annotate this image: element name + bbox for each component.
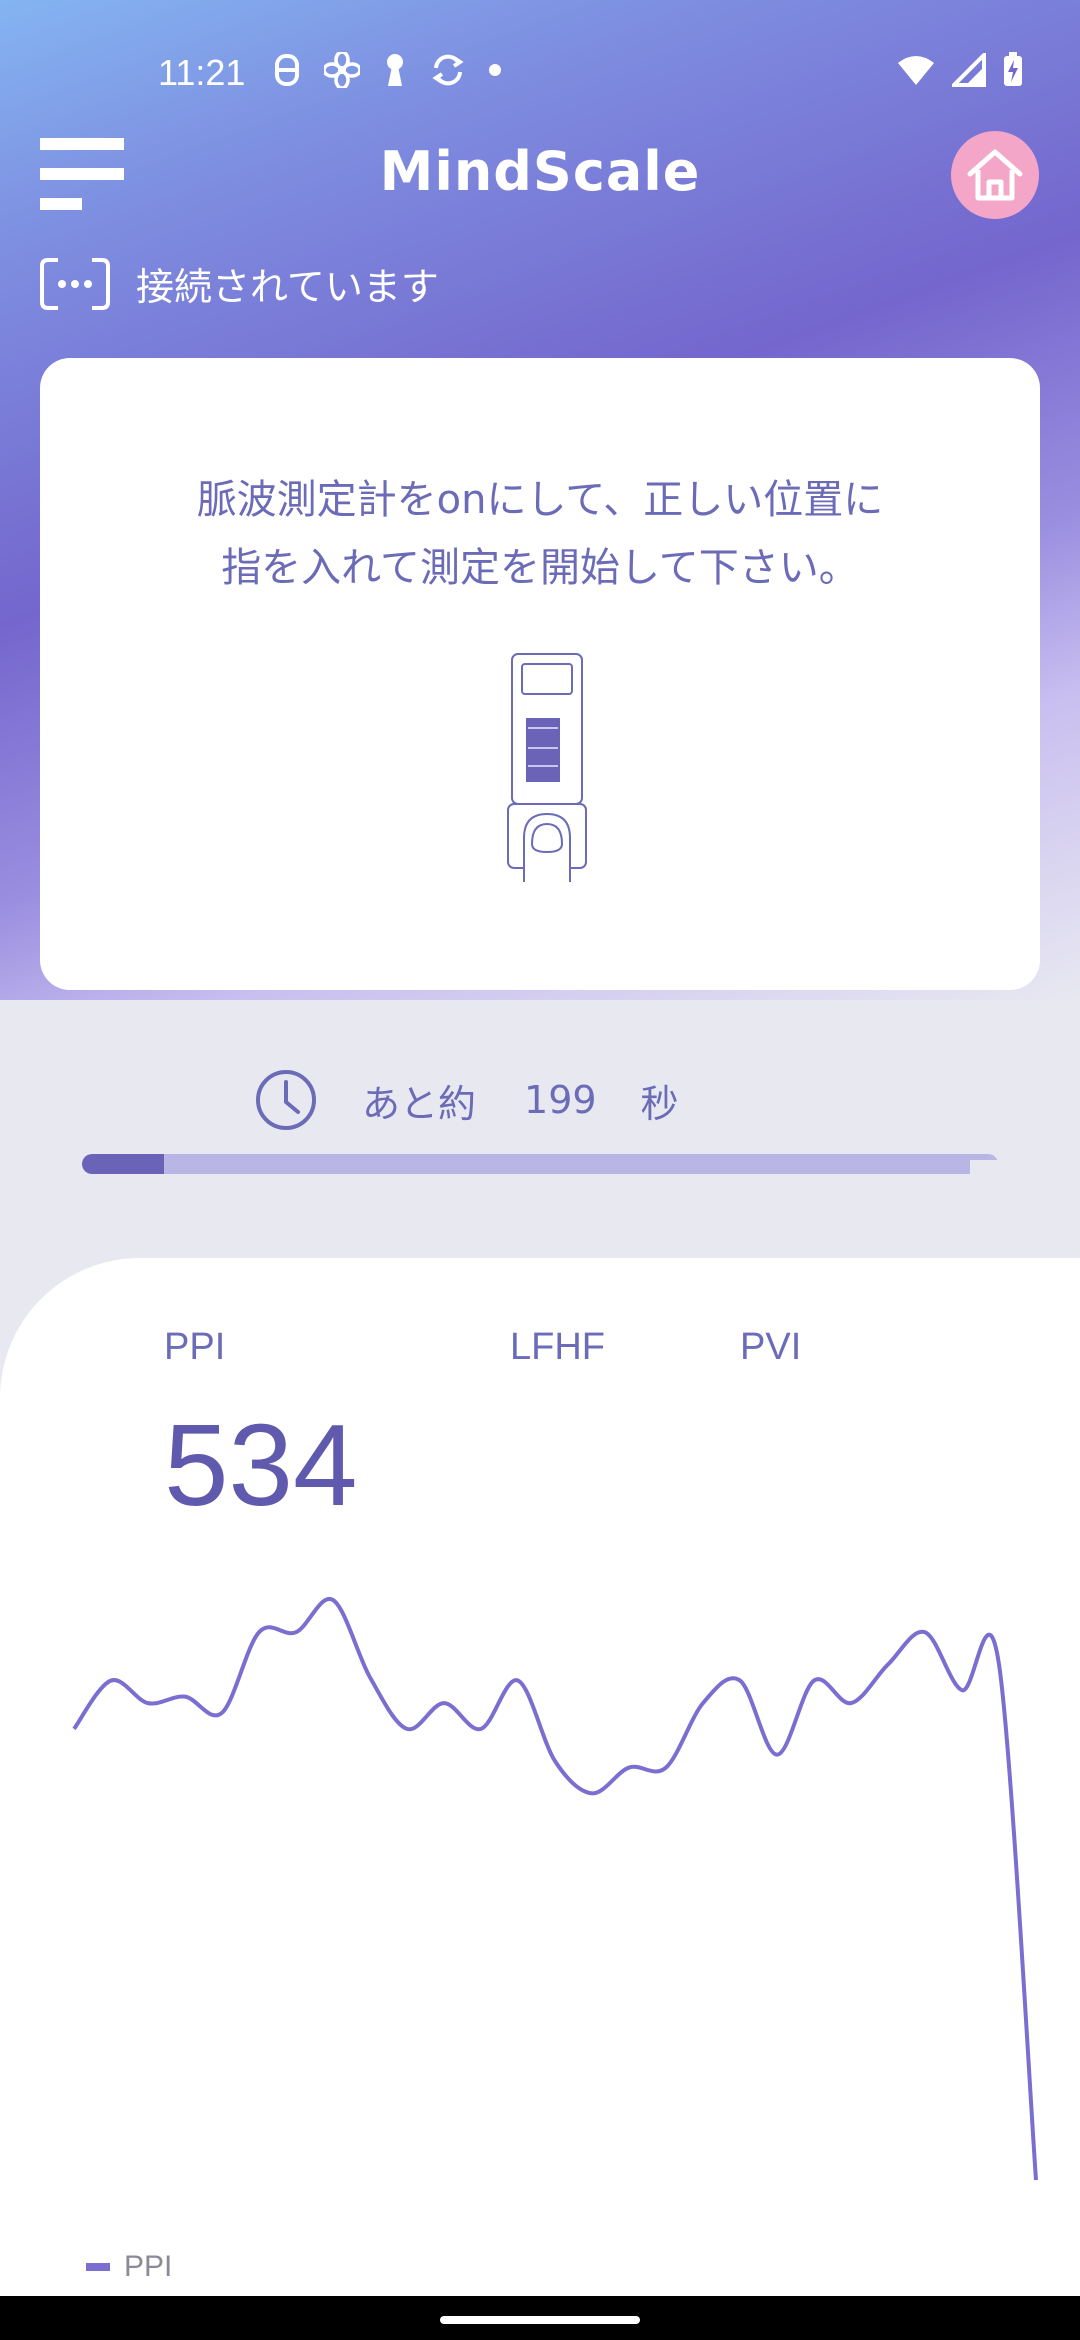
status-time: 11:21	[158, 52, 246, 93]
corner-notch	[970, 1160, 1080, 1260]
sync-icon	[432, 54, 464, 86]
tab-lfhf[interactable]: LFHF	[510, 1326, 605, 1369]
progress-fill	[82, 1154, 165, 1174]
home-button[interactable]	[951, 131, 1039, 219]
timer-unit: 秒	[640, 1081, 679, 1126]
instruction-line-2: 指を入れて測定を開始して下さい。	[221, 545, 859, 591]
instruction-card: 脈波測定計をonにして、正しい位置に 指を入れて測定を開始して下さい。	[40, 358, 1040, 990]
status-system-icons	[896, 52, 1024, 88]
instruction-line-1: 脈波測定計をonにして、正しい位置に	[196, 477, 884, 523]
dot-icon	[489, 64, 501, 76]
timer-row: あと約 199 秒	[254, 1068, 679, 1132]
home-icon	[967, 149, 1023, 201]
connection-status-text: 接続されています	[136, 265, 439, 309]
tab-pvi[interactable]: PVI	[740, 1326, 801, 1369]
legend-label-ppi: PPI	[124, 2250, 173, 2283]
connection-icon	[40, 257, 110, 310]
app-title: MindScale	[379, 140, 701, 203]
status-bar: 11:21	[0, 0, 1080, 150]
ppi-line-chart	[72, 1597, 1038, 2181]
keyhole-icon	[387, 54, 403, 86]
measurement-progress-bar	[82, 1154, 998, 1174]
metric-value: 534	[164, 1400, 358, 1530]
status-notification-icons	[272, 52, 502, 88]
ppi-series-line	[72, 1597, 1038, 2181]
notification-icon	[275, 54, 299, 86]
timer-value: 199	[524, 1078, 597, 1122]
pulse-oximeter-illustration	[507, 653, 587, 882]
chart-legend: PPI	[86, 2250, 172, 2284]
tab-ppi[interactable]: PPI	[164, 1326, 225, 1369]
navigation-bar	[0, 2296, 1080, 2340]
timer-label: あと約	[362, 1081, 477, 1126]
legend-swatch-ppi	[86, 2263, 110, 2271]
home-gesture-handle[interactable]	[440, 2316, 640, 2324]
connection-status: 接続されています	[40, 256, 439, 311]
signal-icon	[952, 53, 986, 87]
wifi-icon	[898, 56, 934, 85]
clock-icon	[256, 1070, 316, 1130]
battery-charging-icon	[1004, 52, 1022, 86]
fan-icon	[324, 52, 360, 88]
instruction-text: 脈波測定計をonにして、正しい位置に 指を入れて測定を開始して下さい。	[40, 466, 1040, 602]
